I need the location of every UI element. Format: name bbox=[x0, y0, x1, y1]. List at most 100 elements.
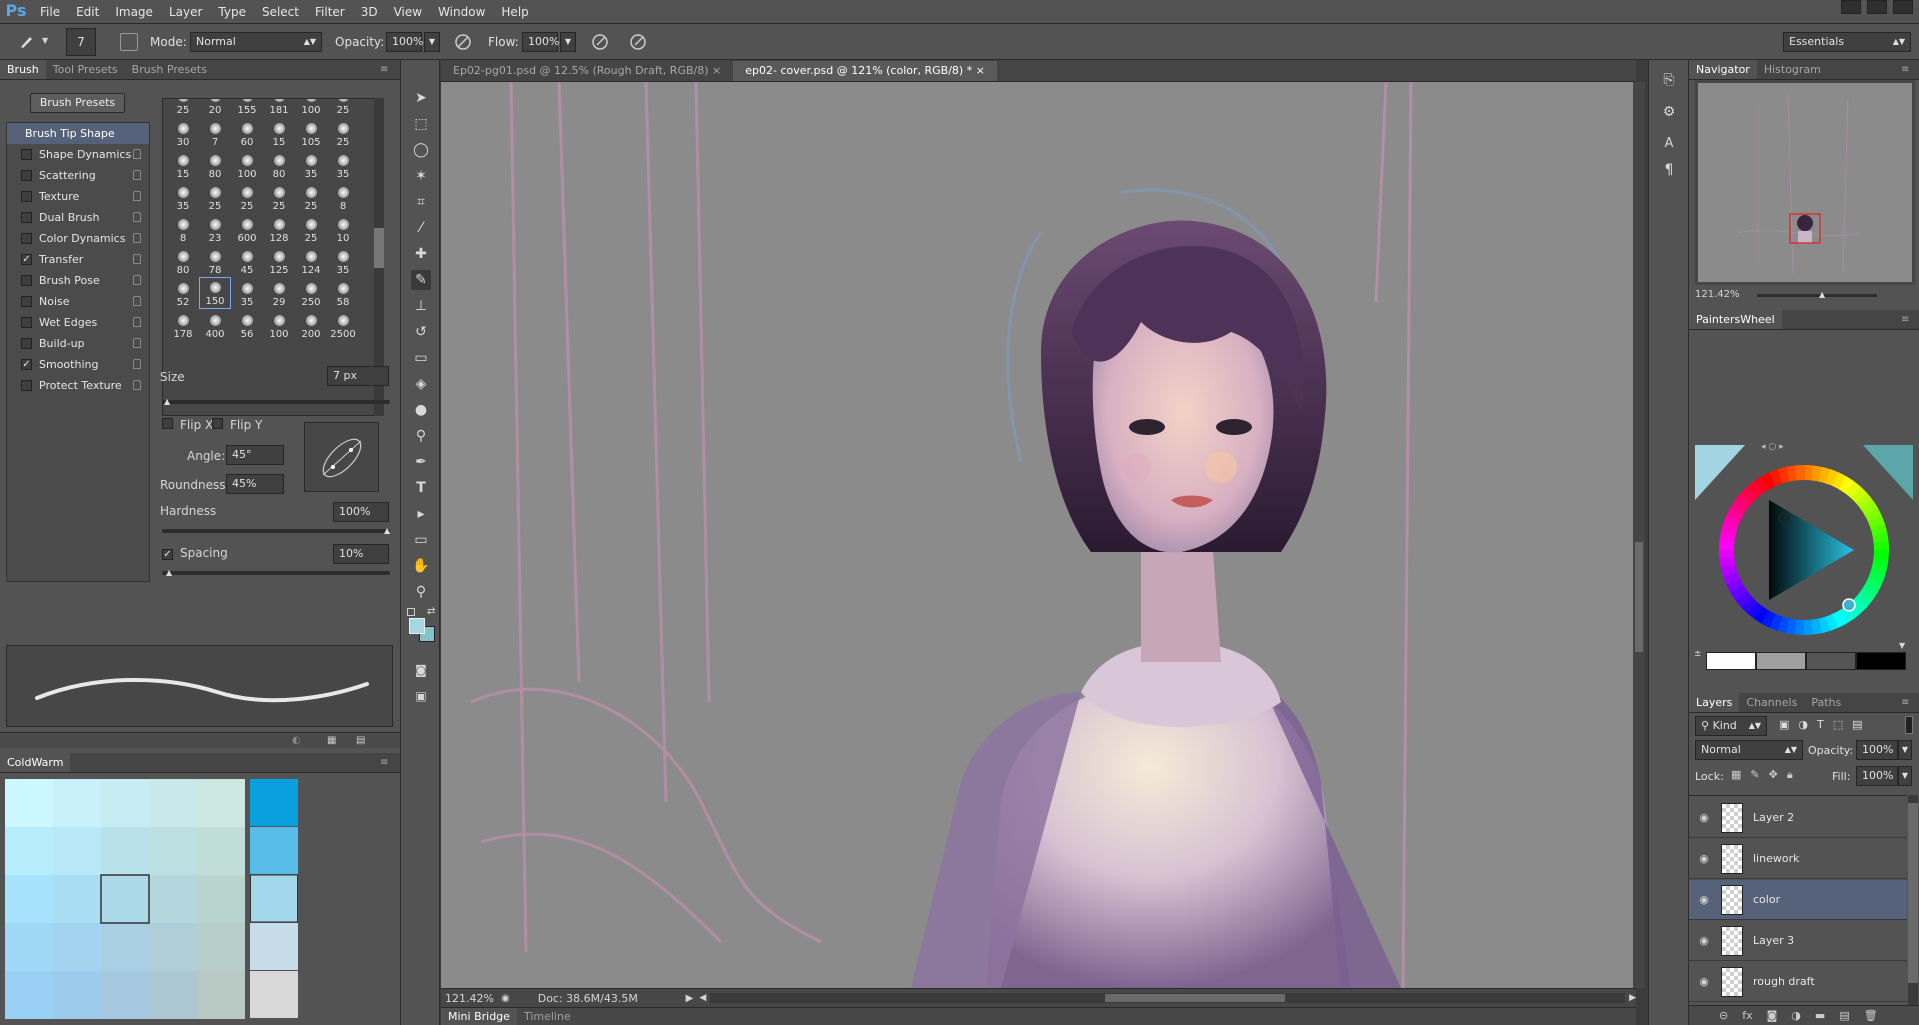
paragraph-panel-icon[interactable]: ¶ bbox=[1659, 160, 1679, 180]
checkbox[interactable] bbox=[21, 275, 32, 286]
tab-brush[interactable]: Brush bbox=[0, 60, 46, 79]
coldwarm-column-swatch[interactable] bbox=[250, 971, 298, 1018]
brush-tip-preset[interactable]: 178 bbox=[167, 309, 199, 341]
close-icon[interactable]: × bbox=[976, 64, 985, 77]
smart-object-filter-icon[interactable]: ▤ bbox=[1852, 718, 1862, 731]
lock-icon[interactable] bbox=[133, 191, 141, 201]
delete-layer-icon[interactable]: 🗑︎ bbox=[1864, 1009, 1878, 1022]
coldwarm-swatch[interactable] bbox=[197, 875, 245, 923]
magic-wand-tool-icon[interactable]: ✶ bbox=[411, 166, 431, 186]
blend-mode-select[interactable]: Normal ▲▼ bbox=[1695, 740, 1803, 760]
brush-tool-icon[interactable] bbox=[18, 32, 36, 50]
panel-menu-icon[interactable]: ≡ bbox=[1901, 697, 1909, 708]
visibility-eye-icon[interactable]: ◉ bbox=[1689, 975, 1719, 988]
layer-name[interactable]: rough draft bbox=[1753, 975, 1815, 988]
tab-document-cover[interactable]: ep02- cover.psd @ 121% (color, RGB/8) * … bbox=[733, 61, 997, 81]
brush-angle-preview[interactable] bbox=[304, 422, 379, 492]
brush-setting-dual-brush[interactable]: Dual Brush bbox=[7, 207, 149, 228]
tone-swatch[interactable] bbox=[1806, 652, 1856, 670]
properties-panel-icon[interactable]: ⚙ bbox=[1659, 102, 1679, 122]
eyedropper-tool-icon[interactable]: ⁄ bbox=[411, 218, 431, 238]
brush-tip-preset[interactable]: 100 bbox=[295, 99, 327, 117]
brush-tip-preset[interactable]: 25 bbox=[327, 99, 359, 117]
hue-segment[interactable] bbox=[1873, 541, 1889, 552]
scroll-thumb[interactable] bbox=[1105, 994, 1286, 1002]
panel-menu-icon[interactable]: ≡ bbox=[380, 64, 388, 75]
type-filter-icon[interactable]: T bbox=[1817, 718, 1824, 731]
coldwarm-swatch[interactable] bbox=[5, 827, 53, 875]
type-tool-icon[interactable]: T bbox=[411, 478, 431, 498]
canvas-vertical-scrollbar[interactable] bbox=[1633, 82, 1645, 988]
coldwarm-swatch[interactable] bbox=[149, 827, 197, 875]
navigator-preview[interactable] bbox=[1695, 80, 1915, 285]
pressure-opacity-icon[interactable] bbox=[453, 32, 473, 52]
brush-tip-preset[interactable]: 100 bbox=[231, 149, 263, 181]
slider-handle-icon[interactable]: ▲ bbox=[384, 526, 390, 535]
menu-item-filter[interactable]: Filter bbox=[307, 0, 353, 24]
coldwarm-swatch[interactable] bbox=[5, 923, 53, 971]
brush-tip-preset[interactable]: 45 bbox=[231, 245, 263, 277]
layer-thumbnail[interactable] bbox=[1721, 843, 1743, 874]
flip-x-checkbox[interactable]: Flip X bbox=[162, 418, 213, 432]
pixel-filter-icon[interactable]: ▣ bbox=[1779, 718, 1789, 731]
paint-bucket-tool-icon[interactable]: ◈ bbox=[411, 374, 431, 394]
menu-item-edit[interactable]: Edit bbox=[68, 0, 107, 24]
brush-tip-preset[interactable]: 35 bbox=[231, 277, 263, 309]
menu-item-view[interactable]: View bbox=[386, 0, 430, 24]
brush-tip-preset[interactable]: 15 bbox=[263, 117, 295, 149]
checkbox[interactable] bbox=[21, 233, 32, 244]
brush-setting-shape-dynamics[interactable]: Shape Dynamics bbox=[7, 144, 149, 165]
coldwarm-column-swatch[interactable] bbox=[250, 827, 298, 874]
brush-tip-preset[interactable]: 35 bbox=[327, 245, 359, 277]
layer-opacity-input[interactable]: 100% bbox=[1856, 740, 1898, 760]
brush-setting-build-up[interactable]: Build-up bbox=[7, 333, 149, 354]
coldwarm-swatch[interactable] bbox=[197, 779, 245, 827]
marquee-tool-icon[interactable]: ⬚ bbox=[411, 114, 431, 134]
brush-tip-preset[interactable]: 60 bbox=[231, 117, 263, 149]
checkbox[interactable] bbox=[21, 317, 32, 328]
navigator-zoom-value[interactable]: 121.42% bbox=[1695, 289, 1740, 300]
visibility-eye-icon[interactable]: ◉ bbox=[1689, 893, 1719, 906]
layer-thumbnail[interactable] bbox=[1721, 966, 1743, 997]
brush-tip-preset[interactable]: 10 bbox=[327, 213, 359, 245]
checkbox[interactable]: ✓ bbox=[21, 254, 32, 265]
layer-name[interactable]: color bbox=[1753, 893, 1780, 906]
clone-stamp-tool-icon[interactable]: ⊥ bbox=[411, 296, 431, 316]
lock-icon[interactable] bbox=[133, 149, 141, 159]
lock-icon[interactable] bbox=[133, 380, 141, 390]
spacing-slider[interactable]: ▲ bbox=[162, 568, 390, 577]
brush-tip-preset[interactable]: 150 bbox=[199, 277, 231, 309]
tool-preset-chevron-icon[interactable]: ▼ bbox=[42, 36, 48, 45]
coldwarm-swatch[interactable] bbox=[197, 923, 245, 971]
close-button[interactable] bbox=[1893, 0, 1913, 14]
quick-mask-icon[interactable]: ◙ bbox=[411, 660, 431, 680]
workspace-select[interactable]: Essentials ▲▼ bbox=[1783, 32, 1911, 52]
coldwarm-swatch[interactable] bbox=[101, 875, 149, 923]
layer-name[interactable]: Layer 2 bbox=[1753, 811, 1794, 824]
brush-tip-preset[interactable]: 100 bbox=[263, 309, 295, 341]
close-icon[interactable]: × bbox=[712, 64, 721, 77]
brush-setting-noise[interactable]: Noise bbox=[7, 291, 149, 312]
brush-setting-transfer[interactable]: ✓ Transfer bbox=[7, 249, 149, 270]
brush-setting-smoothing[interactable]: ✓ Smoothing bbox=[7, 354, 149, 375]
new-layer-icon[interactable]: ▤ bbox=[1839, 1009, 1849, 1022]
hardness-slider[interactable]: ▲ bbox=[162, 526, 390, 535]
coldwarm-swatch[interactable] bbox=[53, 875, 101, 923]
lock-position-icon[interactable]: ✥ bbox=[1769, 768, 1778, 782]
checkbox[interactable] bbox=[21, 191, 32, 202]
lock-icon[interactable] bbox=[133, 338, 141, 348]
brush-setting-protect-texture[interactable]: Protect Texture bbox=[7, 375, 149, 396]
fill-dropdown[interactable]: ▼ bbox=[1898, 766, 1912, 786]
opacity-dropdown-button[interactable]: ▼ bbox=[424, 32, 440, 52]
link-layers-icon[interactable]: ⊝ bbox=[1719, 1009, 1728, 1022]
brush-tip-preset[interactable]: 78 bbox=[199, 245, 231, 277]
brush-tip-preset[interactable]: 80 bbox=[167, 245, 199, 277]
brush-tip-shape-item[interactable]: Brush Tip Shape bbox=[7, 123, 149, 144]
checkbox[interactable] bbox=[21, 212, 32, 223]
coldwarm-column-swatch[interactable] bbox=[250, 779, 298, 826]
tab-painterswheel[interactable]: PaintersWheel bbox=[1689, 310, 1782, 329]
character-panel-icon[interactable]: A bbox=[1659, 134, 1679, 154]
minimize-button[interactable] bbox=[1841, 0, 1861, 14]
menu-item-3d[interactable]: 3D bbox=[353, 0, 386, 24]
checkbox[interactable] bbox=[21, 149, 32, 160]
